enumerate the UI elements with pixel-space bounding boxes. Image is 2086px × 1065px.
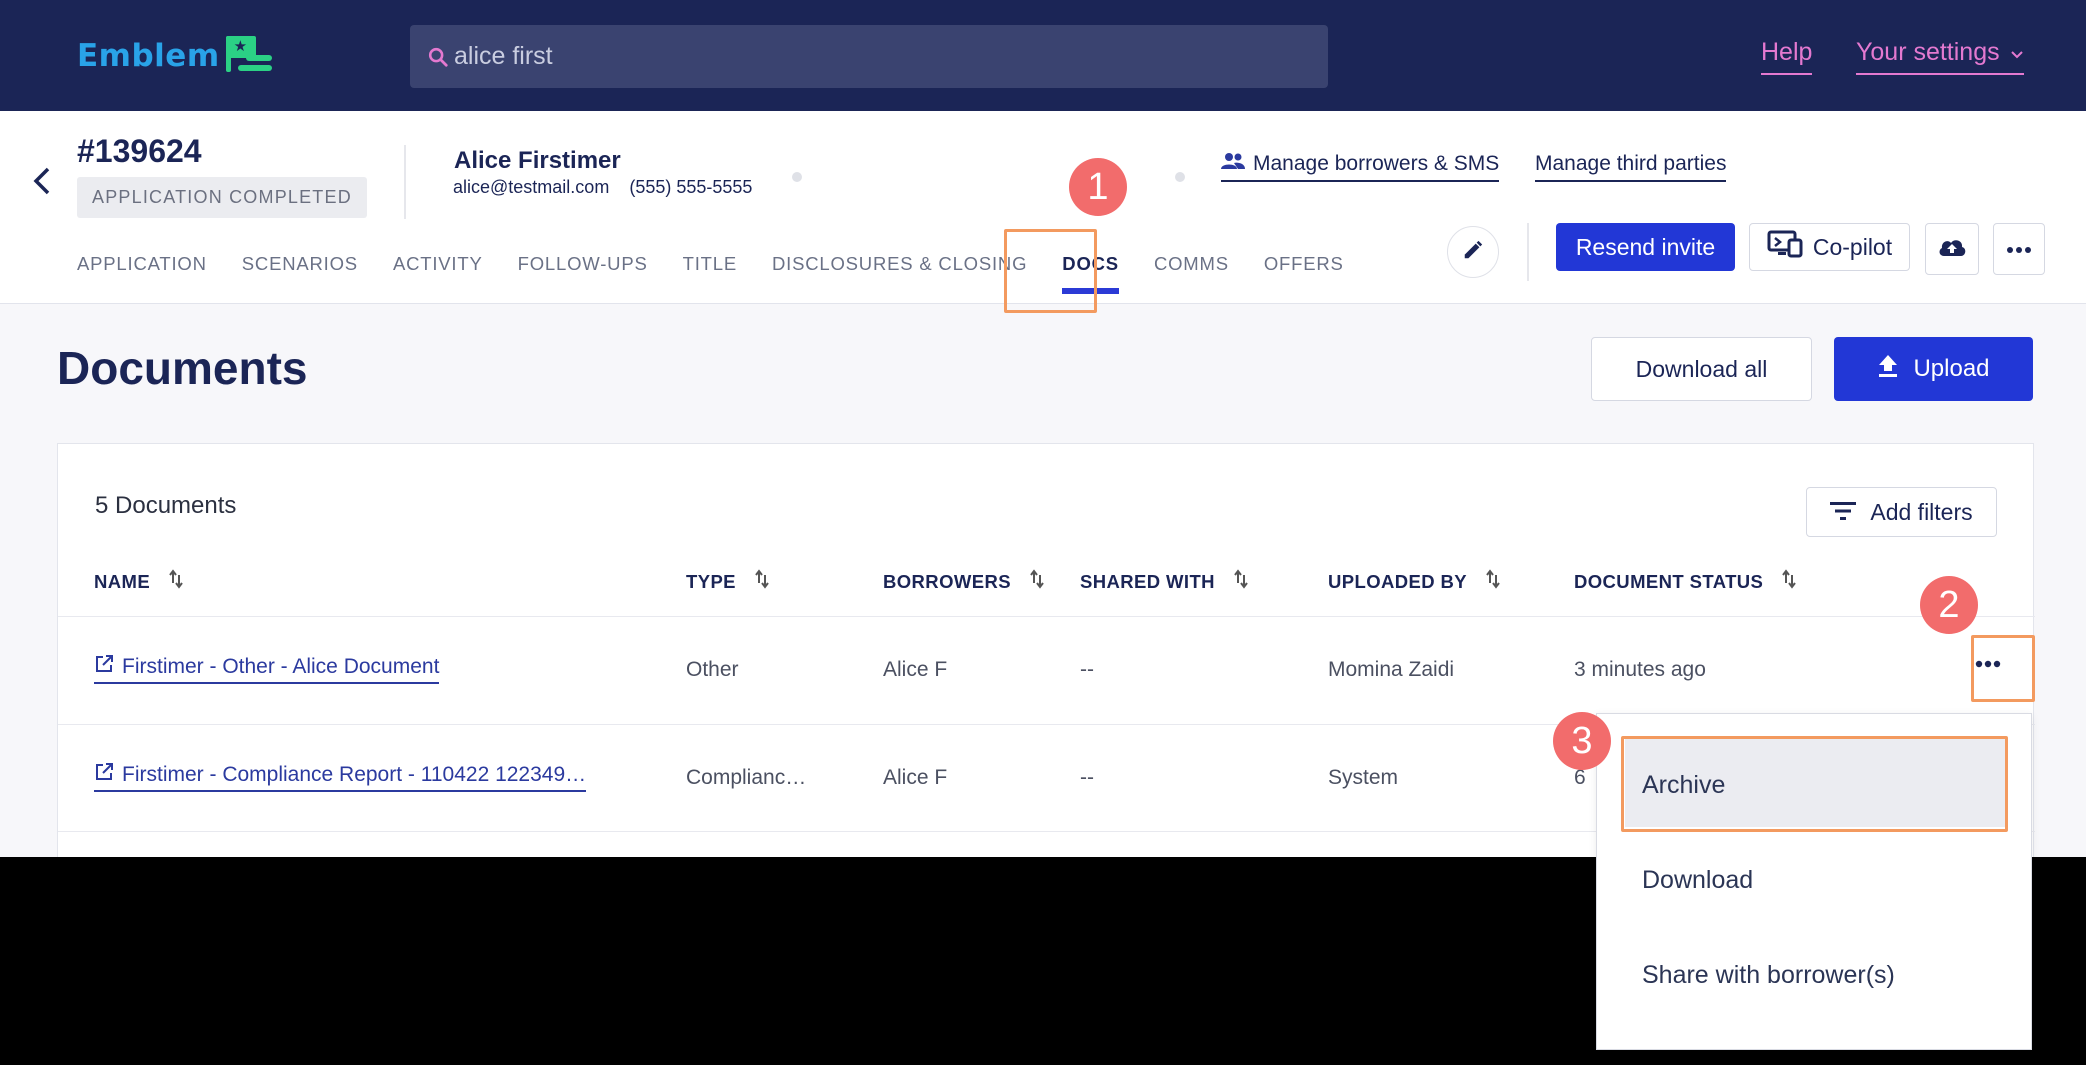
search-icon [424, 43, 452, 71]
upload-icon [1877, 354, 1899, 385]
column-header-label: BORROWERS [883, 570, 1011, 592]
copilot-label: Co-pilot [1812, 233, 1893, 260]
manage-borrowers-link[interactable]: Manage borrowers & SMS [1221, 152, 1500, 182]
help-link[interactable]: Help [1761, 38, 1813, 75]
column-header-borrowers[interactable]: BORROWERS [883, 569, 1045, 594]
divider [1527, 223, 1529, 281]
column-header-uploaded-by[interactable]: UPLOADED BY [1328, 569, 1501, 594]
people-icon [1221, 152, 1245, 176]
page-title: Documents [57, 342, 308, 394]
document-status: 3 minutes ago [1574, 658, 1706, 681]
document-name: Firstimer - Compliance Report - 110422 1… [122, 763, 587, 786]
document-name: Firstimer - Other - Alice Document [122, 655, 440, 678]
tab-offers[interactable]: OFFERS [1264, 253, 1344, 275]
pencil-icon [1462, 239, 1484, 266]
search-input[interactable]: alice first [410, 25, 1328, 88]
sort-icon [754, 569, 770, 594]
menu-item-share-with-borrowers[interactable]: Share with borrower(s) [1642, 961, 1895, 990]
status-badge: APPLICATION COMPLETED [77, 177, 367, 218]
column-header-shared-with[interactable]: SHARED WITH [1080, 569, 1249, 594]
borrower-name: Alice Firstimer [454, 147, 621, 174]
sort-icon [168, 569, 184, 594]
manage-third-parties-link[interactable]: Manage third parties [1535, 152, 1727, 182]
more-horizontal-icon [2007, 240, 2031, 258]
tab-follow-ups[interactable]: FOLLOW-UPS [518, 253, 648, 275]
column-header-label: DOCUMENT STATUS [1574, 570, 1764, 592]
document-borrowers: Alice F [883, 766, 948, 789]
application-number: #139624 [77, 133, 202, 169]
column-header-label: UPLOADED BY [1328, 570, 1468, 592]
settings-menu[interactable]: Your settings [1856, 38, 2024, 75]
menu-item-download[interactable]: Download [1642, 866, 1753, 895]
document-borrowers: Alice F [883, 658, 948, 681]
borrower-contact: alice@testmail.com (555) 555-5555 [453, 177, 752, 198]
document-type: Other [686, 658, 739, 681]
step-badge-2: 2 [1920, 576, 1978, 634]
add-filters-button[interactable]: Add filters [1806, 487, 1997, 537]
column-header-label: TYPE [686, 570, 736, 592]
highlight-docs-tab [1004, 229, 1097, 313]
table-row: Firstimer - Other - Alice Document Other… [58, 616, 2035, 724]
separator-dot [792, 172, 802, 182]
add-filters-label: Add filters [1870, 498, 1973, 525]
column-header-label: SHARED WITH [1080, 570, 1215, 592]
highlight-archive-item [1621, 736, 2008, 832]
document-link[interactable]: Firstimer - Other - Alice Document [94, 654, 440, 684]
document-link[interactable]: Firstimer - Compliance Report - 110422 1… [94, 762, 587, 792]
edit-button[interactable] [1447, 226, 1499, 278]
column-header-document-status[interactable]: DOCUMENT STATUS [1574, 569, 1797, 594]
column-header-label: NAME [94, 570, 151, 592]
tab-disclosures-closing[interactable]: DISCLOSURES & CLOSING [772, 253, 1027, 275]
tab-application[interactable]: APPLICATION [77, 253, 207, 275]
column-header-type[interactable]: TYPE [686, 569, 770, 594]
sort-icon [1781, 569, 1797, 594]
external-link-icon [94, 762, 114, 788]
chevron-down-icon [2010, 38, 2024, 67]
document-shared-with: -- [1080, 658, 1094, 681]
resend-invite-button[interactable]: Resend invite [1556, 223, 1735, 271]
divider [404, 145, 406, 219]
borrower-email: alice@testmail.com [453, 177, 610, 197]
tab-title[interactable]: TITLE [683, 253, 737, 275]
search-value: alice first [454, 42, 553, 70]
highlight-row-actions [1971, 635, 2035, 702]
document-uploaded-by: Momina Zaidi [1328, 658, 1455, 681]
sort-icon [1485, 569, 1501, 594]
settings-label: Your settings [1856, 38, 2000, 66]
tab-scenarios[interactable]: SCENARIOS [242, 253, 358, 275]
logo-text: Emblem [77, 38, 220, 74]
borrower-phone: (555) 555-5555 [629, 177, 753, 197]
emblem-logo[interactable]: Emblem [77, 36, 274, 76]
sort-icon [1029, 569, 1045, 594]
top-navigation-bar: Emblem alice first Help Your settings [0, 0, 2086, 111]
sort-icon [1233, 569, 1249, 594]
external-link-icon [94, 654, 114, 680]
step-badge-1: 1 [1069, 158, 1127, 216]
filter-icon [1830, 499, 1857, 526]
logo-flag-icon [224, 36, 274, 76]
cloud-upload-button[interactable] [1925, 223, 1979, 275]
manage-borrowers-label: Manage borrowers & SMS [1253, 152, 1500, 175]
document-uploaded-by: System [1328, 766, 1399, 789]
column-header-name[interactable]: NAME [94, 569, 184, 594]
document-type: Complianc… [686, 766, 807, 789]
cloud-upload-icon [1937, 236, 1967, 263]
tab-activity[interactable]: ACTIVITY [393, 253, 483, 275]
step-badge-3: 3 [1553, 712, 1611, 770]
copilot-button[interactable]: Co-pilot [1749, 223, 1910, 271]
download-all-button[interactable]: Download all [1591, 337, 1812, 401]
tab-bar: APPLICATION SCENARIOS ACTIVITY FOLLOW-UP… [77, 253, 1379, 294]
upload-button[interactable]: Upload [1834, 337, 2033, 401]
screen-share-icon [1767, 230, 1803, 264]
document-count: 5 Documents [95, 492, 237, 519]
back-arrow-icon[interactable] [28, 161, 58, 201]
more-options-button[interactable] [1993, 223, 2045, 275]
document-shared-with: -- [1080, 766, 1094, 789]
separator-dot [1175, 172, 1185, 182]
tab-comms[interactable]: COMMS [1154, 253, 1229, 275]
upload-label: Upload [1913, 355, 1990, 382]
